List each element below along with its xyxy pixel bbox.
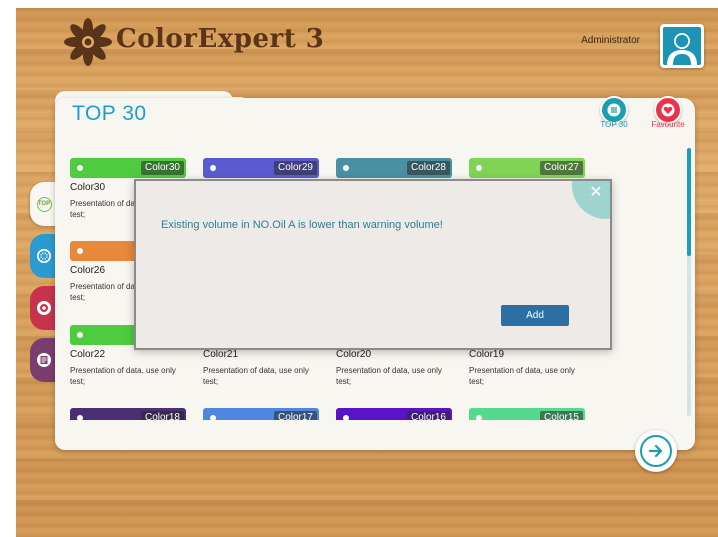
app-title: ColorExpert 3 (116, 24, 325, 54)
card-name: Color22 (70, 349, 106, 360)
warning-dialog: ✕ Existing volume in NO.Oil A is lower t… (134, 179, 612, 350)
user-icon (667, 33, 697, 65)
status-dot (343, 165, 349, 171)
side-tab-top[interactable]: TOP (30, 182, 58, 226)
side-tab-docs[interactable] (30, 338, 58, 382)
next-button[interactable] (635, 430, 677, 472)
color-tag: Color27 (539, 161, 583, 175)
status-dot (77, 332, 83, 338)
color-card[interactable]: Color15 (469, 408, 585, 420)
card-name: Color21 (203, 349, 239, 360)
color-tag: Color16 (406, 411, 450, 420)
color-tag: Color18 (140, 411, 184, 420)
logo-icon (64, 18, 112, 66)
color-tag: Color29 (273, 161, 317, 175)
color-swatch: Color16 (336, 408, 452, 420)
status-dot (476, 165, 482, 171)
status-dot (476, 415, 482, 420)
color-card[interactable]: Color29 (203, 158, 319, 178)
page-title: TOP 30 (72, 102, 147, 125)
color-card[interactable]: Color27 (469, 158, 585, 178)
card-description: Presentation of data, use only test; (469, 366, 575, 386)
color-card[interactable]: Color16 (336, 408, 452, 420)
card-name: Color20 (336, 349, 372, 360)
color-card[interactable]: Color17 (203, 408, 319, 420)
color-card[interactable]: Color18 (70, 408, 186, 420)
card-description: Presentation of data, use only test; (336, 366, 442, 386)
status-dot (210, 165, 216, 171)
color-swatch: Color29 (203, 158, 319, 178)
side-tab-tools[interactable] (30, 286, 58, 330)
color-tag: Color15 (539, 411, 583, 420)
heart-icon (661, 103, 675, 117)
color-swatch: Color17 (203, 408, 319, 420)
status-dot (77, 248, 83, 254)
dialog-message: Existing volume in NO.Oil A is lower tha… (161, 219, 443, 231)
color-card[interactable]: Color28 (336, 158, 452, 178)
arrow-right-icon (648, 444, 663, 458)
document-icon (37, 353, 51, 367)
color-tag: Color17 (273, 411, 317, 420)
color-swatch: Color30 (70, 158, 186, 178)
color-swatch: Color28 (336, 158, 452, 178)
card-description: Presentation of data, use only test; (203, 366, 309, 386)
color-swatch: Color15 (469, 408, 585, 420)
color-tag: Color30 (140, 161, 184, 175)
color-swatch: Color18 (70, 408, 186, 420)
top30-label: TOP 30 (600, 120, 628, 129)
card-name: Color19 (469, 349, 505, 360)
list-icon (607, 103, 621, 117)
side-tab-settings[interactable] (30, 234, 58, 278)
scrollbar-thumb[interactable] (687, 148, 691, 256)
gear-icon (37, 301, 51, 315)
user-name: Administrator (581, 35, 640, 46)
status-dot (77, 165, 83, 171)
favourite-label: Favourite (651, 120, 685, 129)
close-icon[interactable]: ✕ (588, 185, 604, 201)
status-dot (77, 415, 83, 420)
color-tag: Color28 (406, 161, 450, 175)
card-description: Presentation of data, use only test; (70, 366, 176, 386)
status-dot (343, 415, 349, 420)
app-background: ColorExpert 3 Administrator TOP TOP 30 T… (16, 8, 718, 537)
color-swatch: Color27 (469, 158, 585, 178)
status-dot (210, 415, 216, 420)
add-button[interactable]: Add (501, 305, 569, 326)
avatar[interactable] (660, 24, 704, 68)
side-tab-top-label: TOP (36, 196, 52, 212)
wheel-icon (37, 249, 51, 263)
